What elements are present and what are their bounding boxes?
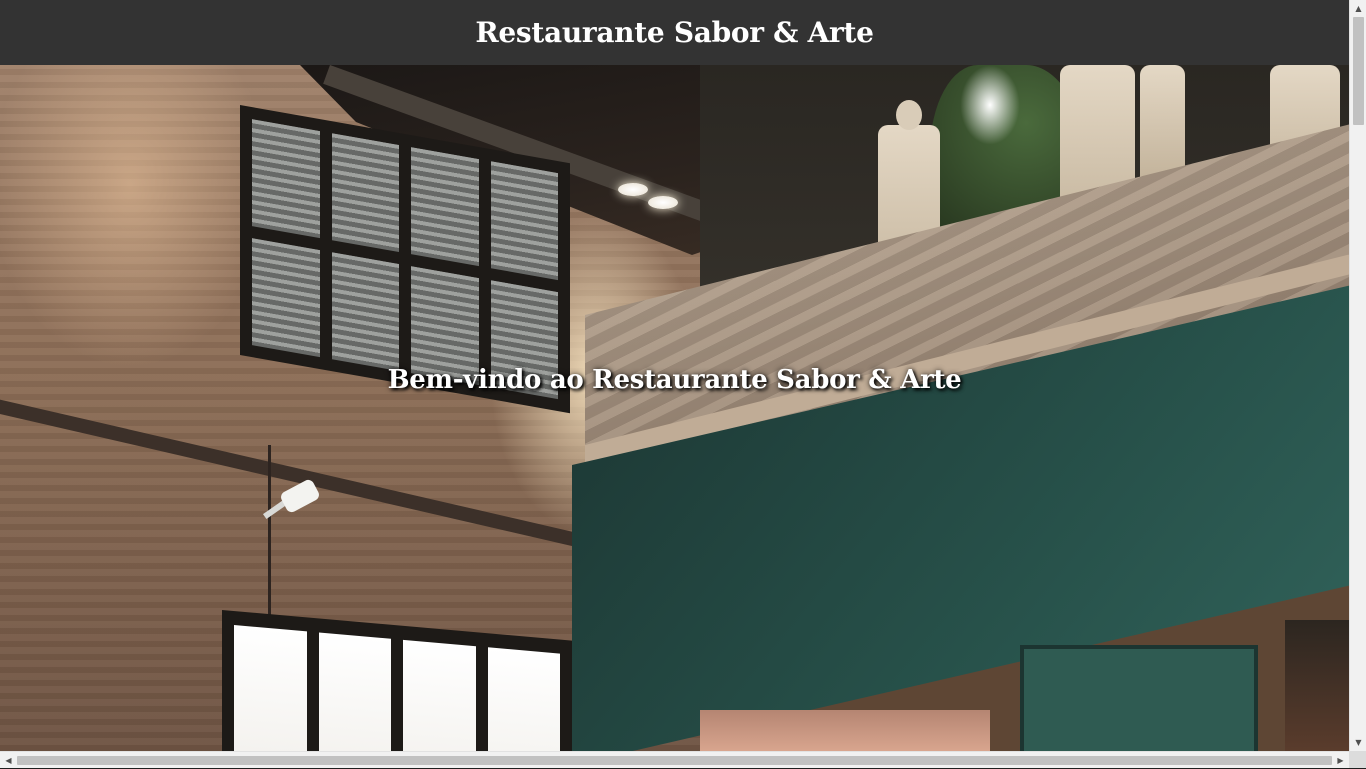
window-pane [331, 133, 399, 253]
horizontal-scroll-thumb[interactable] [17, 756, 1332, 765]
sculpture-head [896, 100, 922, 130]
hero-green-panel [1020, 645, 1258, 751]
ceiling-light-icon [648, 196, 678, 209]
scroll-down-arrow-icon[interactable]: ▼ [1350, 734, 1366, 751]
hero-skylight [960, 65, 1020, 145]
window-pane [490, 161, 558, 281]
hero-wall-wire [268, 445, 271, 615]
site-title: Restaurante Sabor & Arte [475, 16, 874, 49]
hero-tagline: Bem-vindo ao Restaurante Sabor & Arte [387, 365, 962, 395]
window-pane [487, 647, 560, 751]
scroll-up-arrow-icon[interactable]: ▲ [1350, 0, 1366, 17]
scrollbar-corner [1349, 751, 1366, 768]
window-pane [318, 632, 391, 751]
window-pane [252, 238, 320, 358]
window-pane [234, 625, 307, 751]
window-pane [331, 252, 399, 372]
horizontal-scrollbar[interactable]: ◀ ▶ [0, 751, 1349, 768]
hero-warm-glow [700, 710, 990, 751]
window-pane [403, 639, 476, 751]
ceiling-light-icon [618, 183, 648, 196]
window-pane [411, 147, 479, 267]
scroll-left-arrow-icon[interactable]: ◀ [0, 752, 17, 769]
hero-shelf [1285, 620, 1349, 751]
vertical-scrollbar[interactable]: ▲ ▼ [1349, 0, 1366, 751]
window-pane [252, 119, 320, 239]
vertical-scroll-thumb[interactable] [1353, 17, 1364, 125]
page-viewport: Restaurante Sabor & Arte Bem-vindo ao Re… [0, 0, 1349, 751]
scroll-right-arrow-icon[interactable]: ▶ [1332, 752, 1349, 769]
site-header: Restaurante Sabor & Arte [0, 0, 1349, 65]
hero-banner: Bem-vindo ao Restaurante Sabor & Arte [0, 65, 1349, 751]
